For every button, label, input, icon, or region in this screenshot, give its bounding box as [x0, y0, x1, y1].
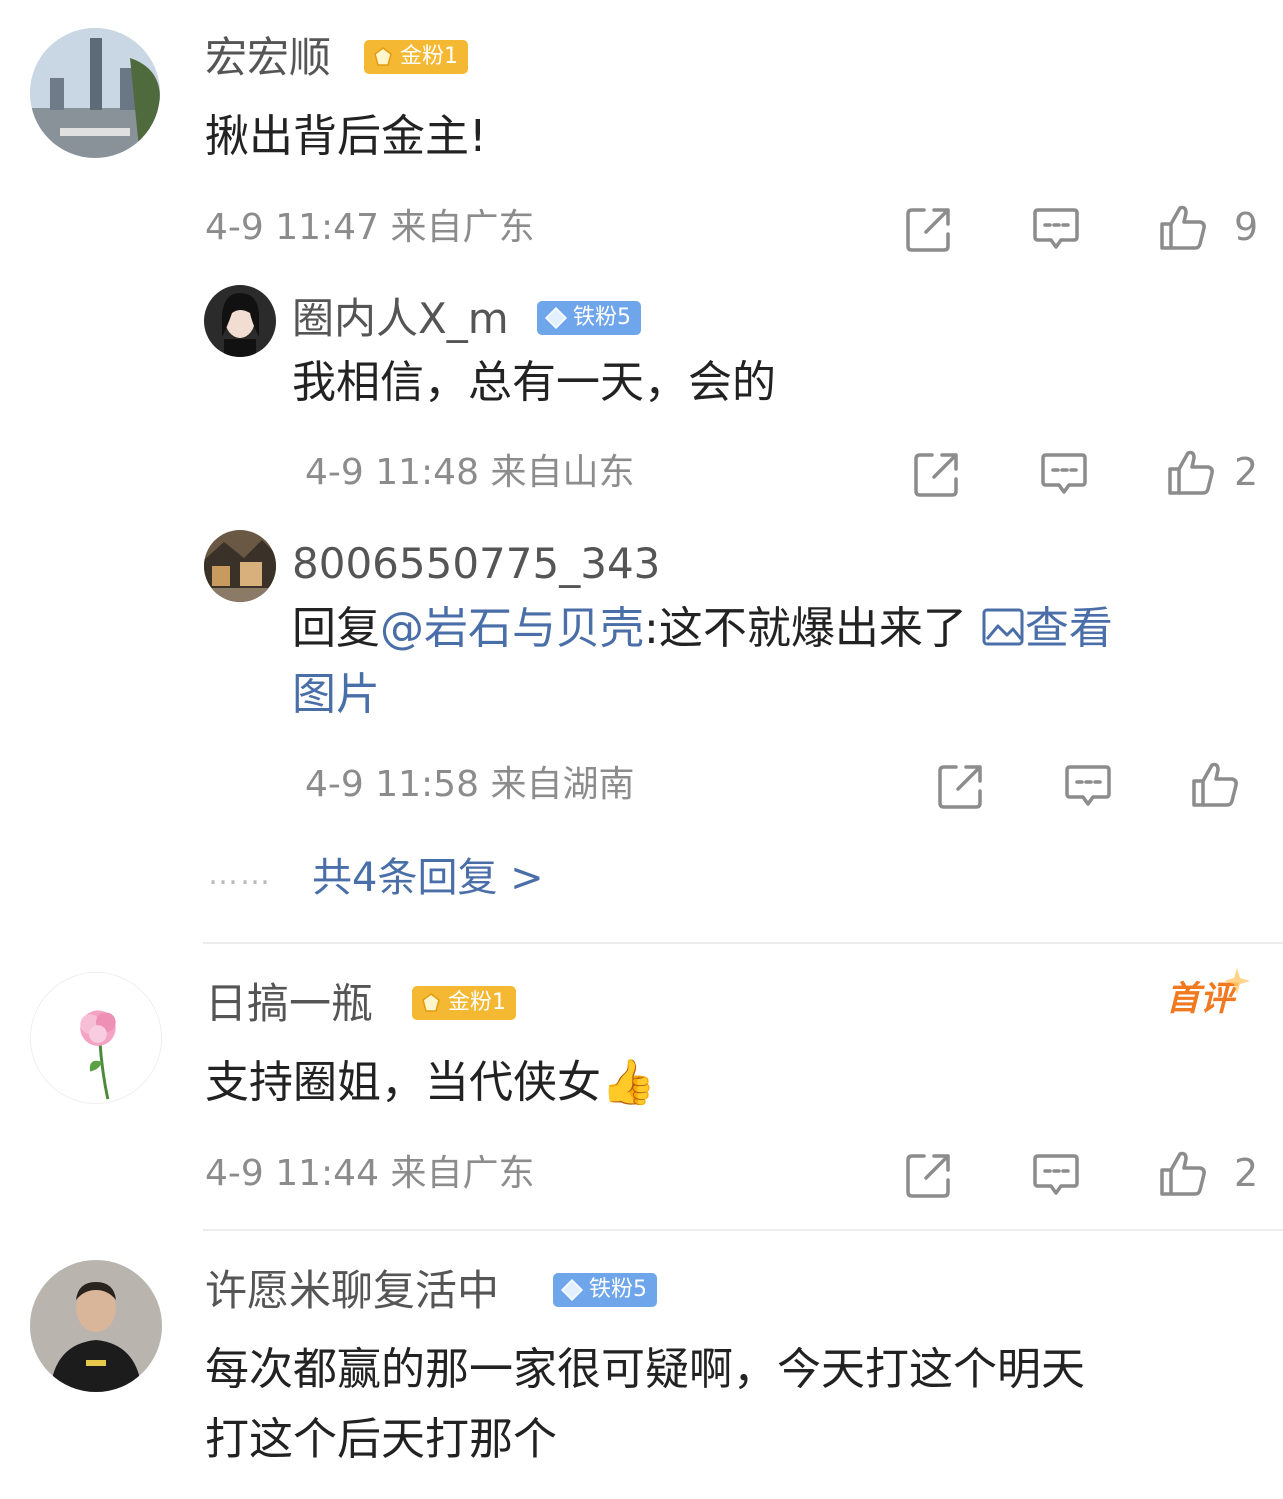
reply-prefix: 回复 [292, 603, 380, 654]
comment-text: 揪出背后金主! [205, 111, 487, 162]
mention-link[interactable]: @岩石与贝壳 [380, 603, 644, 654]
like-count: 2 [1234, 1151, 1259, 1195]
timestamp: 4-9 11:58 [305, 764, 479, 805]
share-icon[interactable] [904, 1150, 954, 1200]
location: 来自湖南 [490, 764, 635, 805]
reply-body: :这不就爆出来了 [644, 603, 967, 654]
avatar[interactable] [204, 530, 276, 602]
location: 来自山东 [490, 452, 635, 493]
username[interactable]: 日搞一瓶 [205, 983, 373, 1025]
username[interactable]: 8006550775_343 [292, 543, 660, 585]
location: 来自广东 [390, 207, 535, 248]
more-replies-link[interactable]: 共4条回复 > [312, 858, 544, 898]
username[interactable]: 圈内人X_m [292, 298, 509, 340]
timestamp: 4-9 11:47 [205, 207, 379, 248]
divider [203, 942, 1283, 944]
reply-meta: 4-9 11:48 来自山东 [305, 455, 634, 491]
comment-icon[interactable] [1039, 449, 1089, 499]
fan-badge-label: 铁粉5 [589, 1277, 647, 1302]
fan-badge-label: 金粉1 [400, 44, 458, 69]
username[interactable]: 许愿米聊复活中 [205, 1270, 499, 1312]
comment-text-line: 每次都赢的那一家很可疑啊，今天打这个明天 [205, 1344, 1085, 1395]
reply-text: 我相信，总有一天，会的 [292, 357, 776, 408]
comment-icon[interactable] [1031, 1150, 1081, 1200]
like-icon[interactable] [1158, 202, 1208, 252]
comment-meta: 4-9 11:44 来自广东 [205, 1156, 534, 1192]
reply-text: 回复@岩石与贝壳:这不就爆出来了 查看 [292, 596, 1113, 662]
view-image-label: 查看 [1024, 603, 1113, 654]
avatar[interactable] [30, 972, 162, 1104]
view-image-link-cont[interactable]: 图片 [292, 662, 380, 728]
diamond-icon [545, 307, 567, 329]
username[interactable]: 宏宏顺 [205, 37, 331, 79]
comment-meta: 4-9 11:47 来自广东 [205, 210, 534, 246]
reply-meta: 4-9 11:58 来自湖南 [305, 767, 634, 803]
fan-badge[interactable]: 铁粉5 [553, 1273, 657, 1307]
comment-text: 支持圈姐，当代侠女👍 [205, 1057, 656, 1108]
location: 来自广东 [390, 1153, 535, 1194]
fan-badge[interactable]: 金粉1 [364, 40, 468, 74]
timestamp: 4-9 11:44 [205, 1153, 379, 1194]
share-icon[interactable] [912, 449, 962, 499]
fan-badge-label: 金粉1 [448, 990, 506, 1015]
comment-icon[interactable] [1063, 761, 1113, 811]
like-icon[interactable] [1190, 759, 1240, 809]
image-icon [981, 605, 1025, 649]
fan-badge[interactable]: 金粉1 [412, 986, 516, 1020]
timestamp: 4-9 11:48 [305, 452, 479, 493]
diamond-icon [561, 1279, 583, 1301]
like-icon[interactable] [1158, 1148, 1208, 1198]
crown-icon [420, 992, 442, 1014]
fan-badge[interactable]: 铁粉5 [537, 301, 641, 335]
crown-icon [372, 46, 394, 68]
avatar[interactable] [204, 285, 276, 357]
sparkle-icon [1224, 968, 1250, 994]
share-icon[interactable] [904, 204, 954, 254]
avatar[interactable] [30, 1260, 162, 1392]
thread-dots: …… [208, 857, 272, 892]
like-icon[interactable] [1166, 447, 1216, 497]
view-image-link[interactable]: 查看 [981, 603, 1113, 654]
comment-icon[interactable] [1031, 204, 1081, 254]
comment-text-line: 打这个后天打那个 [205, 1414, 557, 1465]
share-icon[interactable] [936, 761, 986, 811]
like-count: 9 [1234, 205, 1259, 249]
divider [203, 1229, 1283, 1231]
like-count: 2 [1234, 450, 1259, 494]
avatar[interactable] [30, 28, 160, 158]
fan-badge-label: 铁粉5 [573, 305, 631, 330]
